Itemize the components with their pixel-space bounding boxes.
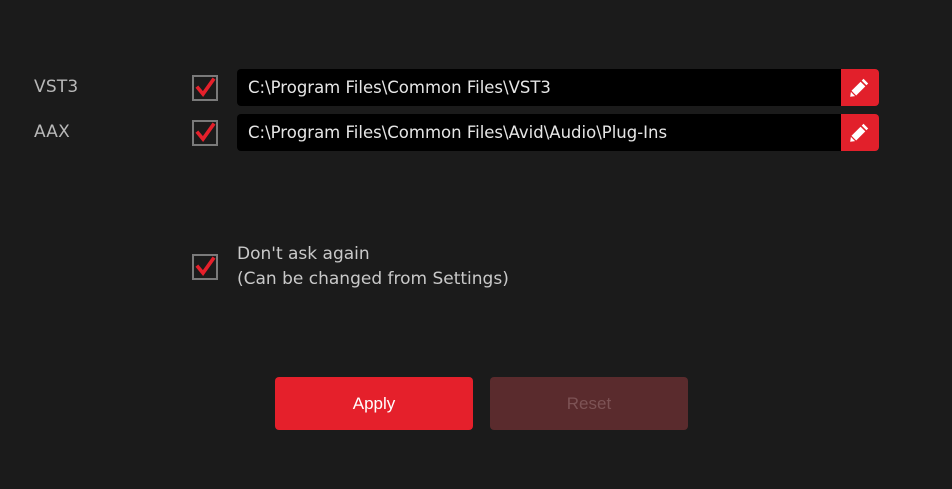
format-row-vst3: VST3 C:\Program Files\Common Files\VST3 — [0, 69, 952, 106]
reset-button[interactable]: Reset — [490, 377, 688, 430]
format-label-aax: AAX — [34, 122, 70, 142]
checkmark-icon — [195, 256, 216, 276]
dont-ask-again-label: Don't ask again (Can be changed from Set… — [237, 242, 509, 292]
dont-ask-again-checkbox[interactable] — [192, 254, 218, 280]
checkmark-icon — [195, 122, 216, 142]
install-locations-panel: VST3 C:\Program Files\Common Files\VST3 … — [0, 0, 952, 489]
checkmark-icon — [195, 77, 216, 97]
pencil-icon — [850, 78, 869, 97]
pencil-icon — [850, 123, 869, 142]
edit-aax-path-button[interactable] — [841, 114, 879, 151]
format-row-aax: AAX C:\Program Files\Common Files\Avid\A… — [0, 114, 952, 151]
dont-ask-again-title: Don't ask again — [237, 244, 370, 264]
format-label-vst3: VST3 — [34, 77, 79, 97]
aax-checkbox[interactable] — [192, 120, 218, 146]
edit-vst3-path-button[interactable] — [841, 69, 879, 106]
dont-ask-again-hint: (Can be changed from Settings) — [237, 269, 509, 289]
vst3-path-field[interactable]: C:\Program Files\Common Files\VST3 — [237, 69, 841, 106]
vst3-checkbox[interactable] — [192, 75, 218, 101]
aax-path-field[interactable]: C:\Program Files\Common Files\Avid\Audio… — [237, 114, 841, 151]
apply-button[interactable]: Apply — [275, 377, 473, 430]
